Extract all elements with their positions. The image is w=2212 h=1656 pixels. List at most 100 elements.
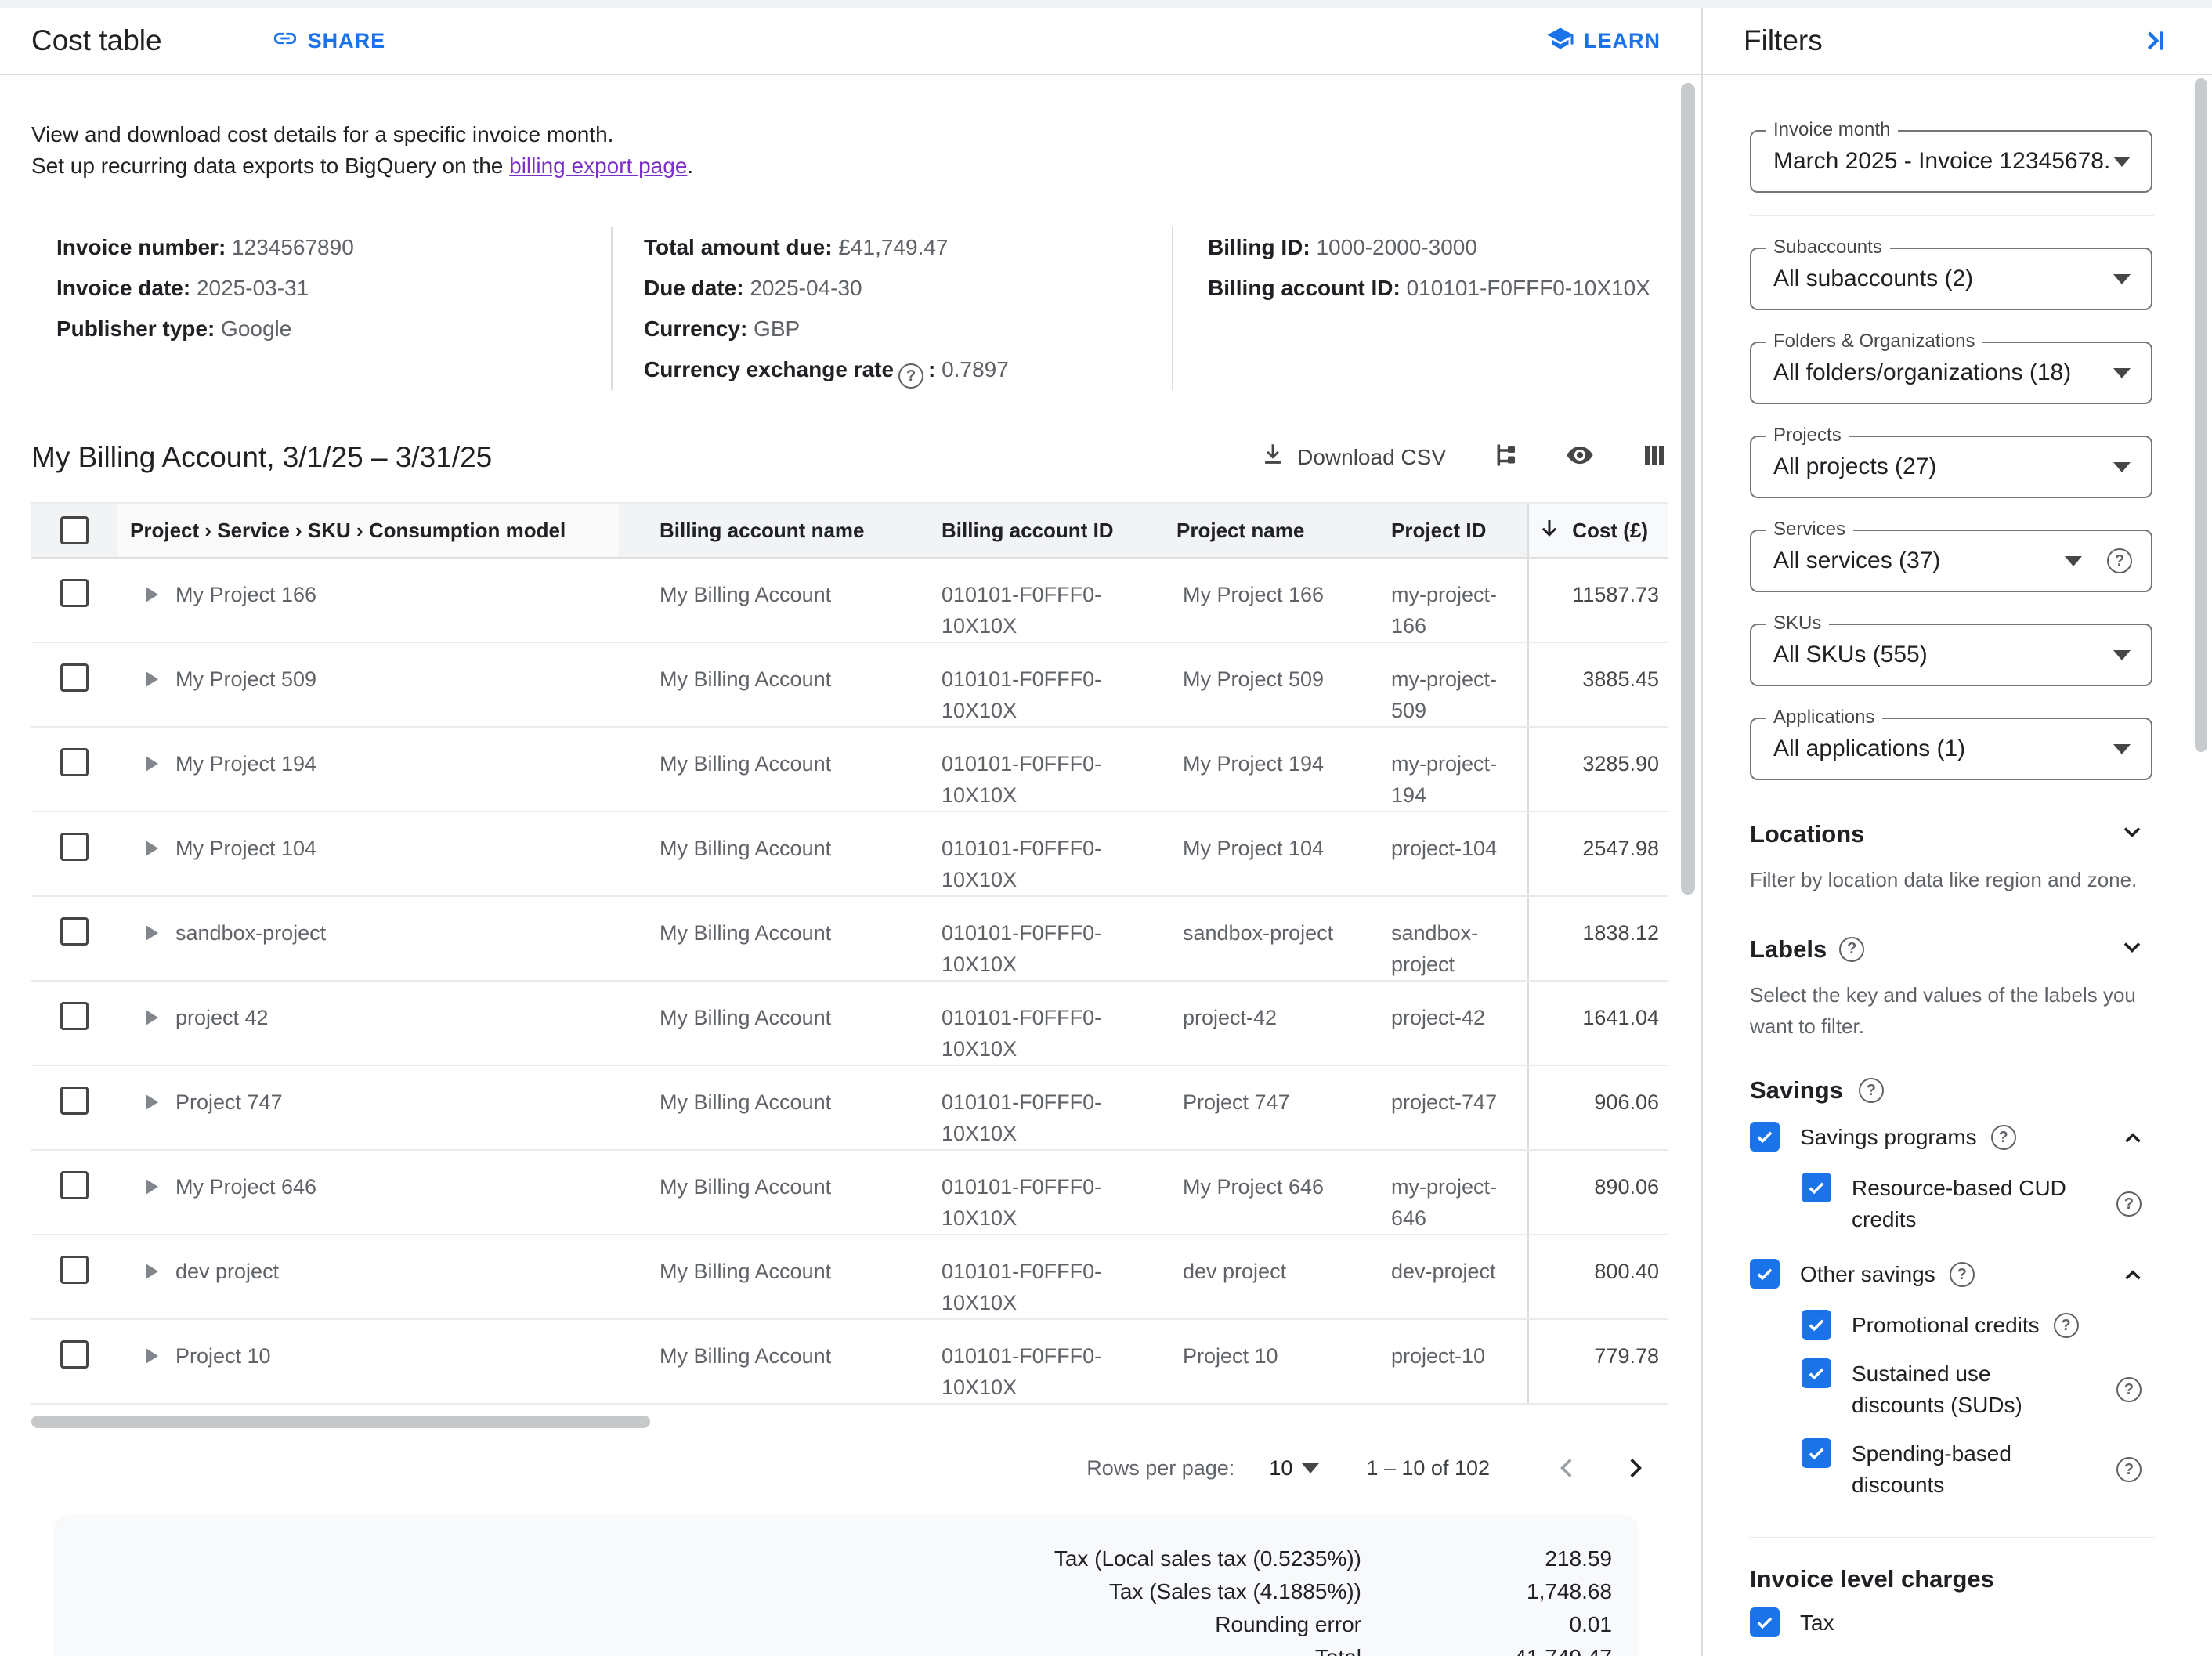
chevron-up-icon[interactable] (2120, 1125, 2146, 1155)
spending-based-discounts-checkbox[interactable] (1802, 1438, 1831, 1468)
horizontal-scrollbar[interactable] (31, 1416, 650, 1428)
cost-cell: 1838.12 (1527, 897, 1668, 980)
expand-row-icon[interactable] (146, 671, 158, 687)
select-all-checkbox[interactable] (60, 516, 89, 544)
spending-based-discounts-help-icon[interactable]: ? (2116, 1457, 2142, 1482)
invoice-summary-col3: Billing ID: 1000-2000-3000 Billing accou… (1172, 227, 1650, 390)
labels-section-header[interactable]: Labels ? (1750, 933, 2154, 965)
savings-programs-checkbox[interactable] (1750, 1122, 1780, 1152)
savings-help-icon[interactable]: ? (1859, 1078, 1884, 1103)
row-checkbox[interactable] (60, 1171, 89, 1199)
top-strip (0, 0, 2212, 8)
chevron-down-icon[interactable] (2118, 933, 2146, 965)
table-row: My Project 194 My Billing Account 010101… (31, 728, 1668, 812)
sustained-use-discounts-help-icon[interactable]: ? (2116, 1377, 2142, 1402)
invoice-month-select[interactable]: Invoice month March 2025 - Invoice 12345… (1750, 130, 2152, 193)
locations-section-header[interactable]: Locations (1750, 818, 2154, 850)
locations-title: Locations (1750, 820, 1864, 848)
invoice-summary-col2: Total amount due: £41,749.47 Due date: 2… (611, 227, 1172, 390)
cost-cell: 890.06 (1527, 1151, 1668, 1234)
app-bar: Cost table SHARE LEARN (0, 8, 1701, 75)
download-csv-label: Download CSV (1297, 445, 1446, 470)
totals-row: Tax (Local sales tax (0.5235%))218.59 (56, 1542, 1612, 1575)
cost-cell: 2547.98 (1527, 812, 1668, 895)
expand-row-icon[interactable] (146, 1264, 158, 1279)
visibility-button[interactable] (1565, 440, 1595, 474)
other-savings-checkbox[interactable] (1750, 1259, 1780, 1289)
expand-row-icon[interactable] (146, 1094, 158, 1110)
row-checkbox[interactable] (60, 663, 89, 692)
labels-help-icon[interactable]: ? (1839, 937, 1864, 962)
column-header-cost[interactable]: Cost (£) (1527, 504, 1668, 557)
filters-vertical-scrollbar[interactable] (2195, 78, 2207, 752)
skus-select[interactable]: SKUs All SKUs (555) (1750, 624, 2152, 686)
pagination-range: 1 – 10 of 102 (1366, 1456, 1490, 1481)
tree-icon (1491, 441, 1520, 473)
chevron-up-icon[interactable] (2120, 1262, 2146, 1293)
column-header-project-id[interactable]: Project ID (1363, 504, 1527, 557)
folders-organizations-select[interactable]: Folders & Organizations All folders/orga… (1750, 342, 2152, 404)
promotional-credits-help-icon[interactable]: ? (2054, 1313, 2079, 1338)
labels-title: Labels (1750, 935, 1827, 964)
column-header-project-name[interactable]: Project name (1136, 504, 1363, 557)
sustained-use-discounts-checkbox[interactable] (1802, 1358, 1831, 1388)
row-checkbox[interactable] (60, 748, 89, 776)
billing-export-link[interactable]: billing export page (509, 154, 687, 178)
expand-row-icon[interactable] (146, 1179, 158, 1195)
learn-label: LEARN (1584, 29, 1661, 53)
share-button[interactable]: SHARE (272, 25, 386, 57)
resource-cud-credits-checkbox[interactable] (1802, 1173, 1831, 1202)
expand-row-icon[interactable] (146, 1348, 158, 1364)
next-page-button[interactable] (1601, 1455, 1668, 1481)
cost-cell: 779.78 (1527, 1320, 1668, 1403)
services-help-icon[interactable]: ? (2107, 548, 2132, 573)
row-checkbox[interactable] (60, 917, 89, 946)
caret-down-icon (2113, 368, 2131, 378)
rows-per-page-select[interactable]: 10 (1269, 1456, 1319, 1481)
intro-text: View and download cost details for a spe… (31, 119, 1701, 182)
main-vertical-scrollbar[interactable] (1681, 83, 1695, 895)
column-header-billing-account-id[interactable]: Billing account ID (901, 504, 1136, 557)
totals-card: Tax (Local sales tax (0.5235%))218.59 Ta… (56, 1516, 1636, 1656)
row-checkbox[interactable] (60, 1340, 89, 1369)
chevron-down-icon[interactable] (2118, 818, 2146, 850)
exchange-rate-help-icon[interactable]: ? (898, 363, 923, 389)
promotional-credits-checkbox[interactable] (1802, 1310, 1831, 1340)
columns-button[interactable] (1640, 441, 1668, 473)
table-toolbar: My Billing Account, 3/1/25 – 3/31/25 Dow… (31, 440, 1668, 474)
previous-page-button[interactable] (1534, 1455, 1601, 1481)
row-checkbox[interactable] (60, 1087, 89, 1115)
caret-down-icon (2113, 744, 2131, 754)
row-checkbox[interactable] (60, 1002, 89, 1030)
totals-row: Rounding error0.01 (56, 1608, 1612, 1641)
expand-row-icon[interactable] (146, 756, 158, 772)
row-checkbox[interactable] (60, 579, 89, 607)
expand-row-icon[interactable] (146, 841, 158, 856)
table-row: Project 10 My Billing Account 010101-F0F… (31, 1320, 1668, 1405)
caret-down-icon (2113, 462, 2131, 472)
savings-programs-help-icon[interactable]: ? (1991, 1125, 2016, 1150)
column-header-billing-account-name[interactable]: Billing account name (619, 504, 901, 557)
resource-cud-credits-row: Resource-based CUD credits ? (1750, 1173, 2154, 1235)
projects-select[interactable]: Projects All projects (27) (1750, 436, 2152, 498)
row-checkbox[interactable] (60, 833, 89, 861)
expand-row-icon[interactable] (146, 925, 158, 941)
resource-cud-credits-help-icon[interactable]: ? (2116, 1191, 2142, 1217)
spending-based-discounts-row: Spending-based discounts ? (1750, 1438, 2154, 1501)
row-checkbox[interactable] (60, 1256, 89, 1284)
column-header-main[interactable]: Project › Service › SKU › Consumption mo… (117, 504, 619, 557)
services-select[interactable]: Services All services (37) ? (1750, 530, 2152, 592)
collapse-panel-button[interactable] (2138, 25, 2170, 56)
expand-row-icon[interactable] (146, 1010, 158, 1025)
learn-button[interactable]: LEARN (1546, 24, 1661, 58)
locations-description: Filter by location data like region and … (1750, 864, 2142, 895)
other-savings-help-icon[interactable]: ? (1950, 1262, 1975, 1287)
group-tree-button[interactable] (1491, 441, 1520, 473)
divider (1750, 1537, 2154, 1538)
subaccounts-select[interactable]: Subaccounts All subaccounts (2) (1750, 248, 2152, 310)
applications-select[interactable]: Applications All applications (1) (1750, 718, 2152, 780)
savings-programs-row: Savings programs ? (1750, 1122, 2154, 1155)
expand-row-icon[interactable] (146, 587, 158, 602)
tax-checkbox[interactable] (1750, 1607, 1780, 1637)
download-csv-button[interactable]: Download CSV (1260, 441, 1446, 473)
